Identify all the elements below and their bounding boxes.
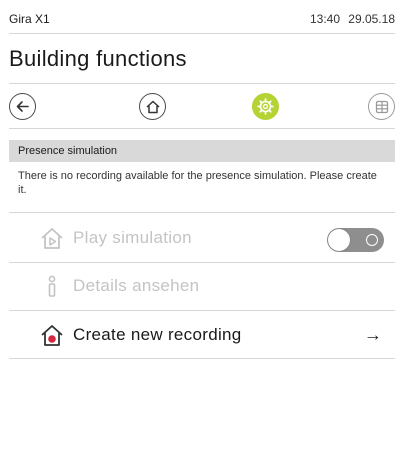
arrow-right-icon: → bbox=[364, 324, 382, 345]
device-name: Gira X1 bbox=[9, 12, 50, 26]
nav-bar bbox=[9, 84, 395, 128]
play-house-icon bbox=[41, 228, 63, 249]
divider bbox=[9, 358, 395, 359]
home-button[interactable] bbox=[139, 93, 166, 120]
screen: Gira X1 13:40 29.05.18 Building function… bbox=[9, 0, 395, 450]
divider bbox=[9, 212, 395, 213]
grid-button[interactable] bbox=[368, 93, 395, 120]
divider bbox=[9, 128, 395, 129]
toggle-off-indicator bbox=[366, 234, 378, 246]
status-bar: Gira X1 13:40 29.05.18 bbox=[9, 0, 395, 34]
create-recording-label: Create new recording bbox=[73, 325, 242, 344]
play-simulation-label: Play simulation bbox=[73, 228, 192, 247]
settings-button[interactable] bbox=[252, 93, 279, 120]
status-time: 13:40 bbox=[309, 12, 340, 26]
details-row[interactable]: Details ansehen bbox=[9, 262, 395, 310]
record-house-icon bbox=[41, 325, 63, 346]
simulation-toggle[interactable] bbox=[327, 228, 384, 252]
settings-gear-icon bbox=[257, 98, 274, 115]
status-date: 29.05.18 bbox=[348, 12, 395, 26]
toggle-knob bbox=[328, 229, 350, 251]
play-simulation-row[interactable]: Play simulation bbox=[9, 214, 395, 262]
back-button[interactable] bbox=[9, 93, 36, 120]
back-icon bbox=[16, 101, 29, 112]
details-label: Details ansehen bbox=[73, 276, 200, 295]
section-header: Presence simulation bbox=[9, 140, 395, 162]
info-icon bbox=[48, 275, 56, 297]
page-title: Building functions bbox=[9, 46, 187, 71]
info-text: There is no recording available for the … bbox=[18, 170, 377, 196]
create-recording-row[interactable]: Create new recording → bbox=[9, 311, 395, 359]
home-icon bbox=[145, 100, 160, 113]
grid-icon bbox=[375, 100, 388, 113]
